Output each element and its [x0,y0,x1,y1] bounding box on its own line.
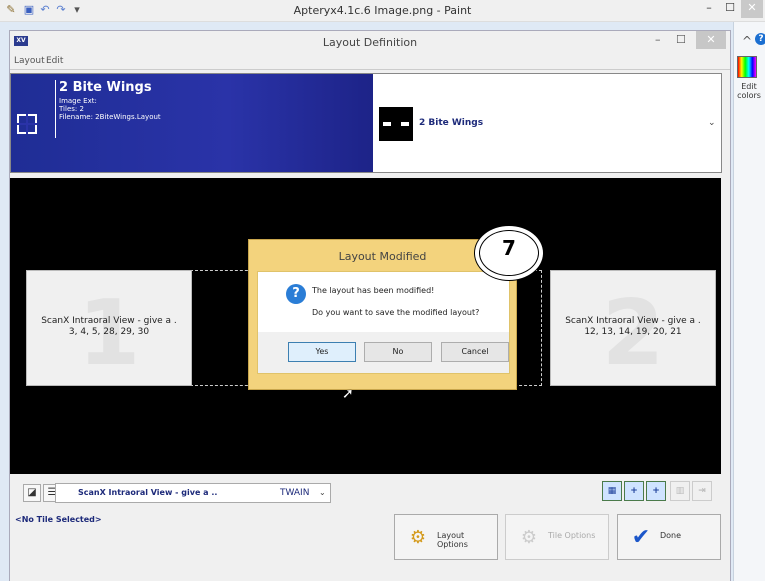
preview-tile-2 [401,122,409,126]
tile-options-button[interactable]: ⚙ Tile Options [505,514,609,560]
tile-source: ScanX Intraoral View - give a . [41,316,177,326]
layout-options-label: Layout Options [437,531,468,549]
layout-options-button[interactable]: ⚙ Layout Options [394,514,498,560]
gears-icon: ⚙ [520,527,538,548]
layout-window-titlebar: XV Layout Definition – ☐ ✕ [10,31,730,53]
menu-edit[interactable]: Edit [46,56,63,66]
layout-header: 2 Bite Wings Image Ext: Tiles: 2 Filenam… [10,73,722,173]
edit-colors-label[interactable]: Edit colors [734,82,764,100]
source-type: TWAIN [280,488,310,498]
layout-name: 2 Bite Wings [59,80,152,95]
add-horizontal-tile-icon[interactable]: + [646,481,666,501]
dialog-question: Do you want to save the modified layout? [312,308,480,317]
layout-selector[interactable]: 2 Bite Wings ⌄ [373,74,721,172]
add-vertical-tile-icon[interactable]: + [624,481,644,501]
callout-number: 7 [502,236,516,260]
dialog-message: The layout has been modified! [312,286,435,295]
chevron-down-icon[interactable]: ⌄ [708,118,716,128]
cancel-button[interactable]: Cancel [441,342,509,362]
menu-bar: Layout Edit [10,54,730,70]
bottom-toolbar: ◪ ☰ ScanX Intraoral View - give a .. TWA… [10,478,730,581]
layout-filename: Filename: 2BiteWings.Layout [59,113,161,121]
tile-selection-status: <No Tile Selected> [15,515,102,524]
layout-selector-label: 2 Bite Wings [419,118,484,128]
layout-minimize-button[interactable]: – [655,33,661,46]
add-image-icon[interactable]: ▦ [602,481,622,501]
image-source-select[interactable]: ScanX Intraoral View - give a .. TWAIN ⌄ [55,483,331,503]
tile-options-label: Tile Options [548,531,596,540]
tile-description: ScanX Intraoral View - give a . 3, 4, 5,… [31,316,187,338]
layout-window-title: Layout Definition [322,36,418,49]
tile-1[interactable]: 1 ScanX Intraoral View - give a . 3, 4, … [26,270,192,386]
tile-source: ScanX Intraoral View - give a . [565,316,701,326]
tiles-count: Tiles: 2 [59,105,84,113]
no-button[interactable]: No [364,342,432,362]
tile-teeth: 12, 13, 14, 19, 20, 21 [584,327,682,337]
menu-layout[interactable]: Layout [14,56,45,66]
layout-info-panel: 2 Bite Wings Image Ext: Tiles: 2 Filenam… [11,74,373,172]
edit-colors-icon[interactable] [737,56,757,78]
ribbon-collapse-icon[interactable]: ^ [742,34,752,48]
paint-close-button[interactable]: ✕ [741,0,763,18]
acquire-icon[interactable]: ◪ [23,484,41,502]
done-label: Done [660,531,682,540]
question-icon: ? [286,284,306,304]
help-icon[interactable]: ? [755,33,765,45]
layout-preview-thumbnail [379,107,413,141]
layout-maximize-button[interactable]: ☐ [676,33,686,46]
mouse-cursor-icon: ➚ [342,386,354,402]
paint-window-title: Apteryx4.1c.6 Image.png - Paint [293,4,472,17]
image-ext-label: Image Ext: [59,97,97,105]
chevron-down-icon[interactable]: ⌄ [319,488,326,497]
dialog-button-bar: Yes No Cancel [258,332,509,373]
checkmark-icon: ✔ [631,525,651,550]
tile-2[interactable]: 2 ScanX Intraoral View - give a . 12, 13… [550,270,716,386]
grid-layout-icon [17,114,37,134]
tile-description: ScanX Intraoral View - give a . 12, 13, … [555,316,711,338]
header-divider [55,80,56,138]
align-icon[interactable]: ▥ [670,481,690,501]
paint-maximize-button[interactable]: ☐ [719,0,741,18]
yes-button[interactable]: Yes [288,342,356,362]
arrange-icon[interactable]: ⇥ [692,481,712,501]
paint-minimize-button[interactable]: – [698,0,720,18]
dialog-body: ? The layout has been modified! Do you w… [257,271,510,374]
gears-icon: ⚙ [409,527,427,548]
preview-tile-1 [383,122,391,126]
source-name: ScanX Intraoral View - give a .. [78,488,218,497]
layout-close-button[interactable]: ✕ [696,31,726,49]
paint-titlebar: ✎ ▣ ↶ ↷ ▾ Apteryx4.1c.6 Image.png - Pain… [0,0,765,22]
paint-ribbon-side [733,22,765,581]
tile-teeth: 3, 4, 5, 28, 29, 30 [68,327,150,337]
done-button[interactable]: ✔ Done [617,514,721,560]
